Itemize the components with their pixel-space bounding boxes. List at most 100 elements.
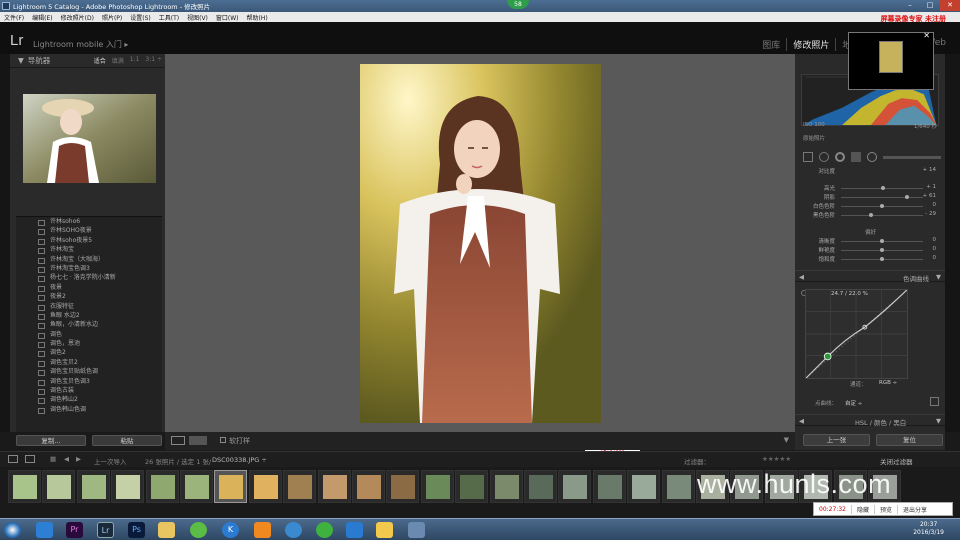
preset-item[interactable]: 调色 [16,330,162,340]
graduated-filter-icon[interactable] [851,152,861,162]
module-tab[interactable]: 图库 [756,38,786,51]
preset-item[interactable]: 调色宝贝2 [16,358,162,368]
minimize-button[interactable]: – [900,0,920,11]
wechat-icon[interactable] [190,522,207,538]
preset-item[interactable]: 许林淘宝 [16,245,162,255]
preset-item[interactable]: 鱼眼，小清新水边 [16,320,162,330]
previous-button[interactable]: 上一张 [803,434,870,446]
slider-value[interactable]: 0 [933,255,937,261]
menu-item[interactable]: 视图(V) [183,13,212,22]
zoom-option[interactable]: 3:1 ÷ [142,56,165,65]
tone-curve-graph[interactable] [805,289,908,379]
recorder-preview-popup[interactable]: ✕ [848,31,934,90]
filmstrip-thumbnail[interactable] [420,470,454,503]
grid-view-icon[interactable] [8,455,18,463]
premiere-icon[interactable]: Pr [66,522,83,538]
menu-item[interactable]: 照片(P) [98,13,126,22]
close-window-button[interactable]: ✕ [940,0,960,11]
xiami-icon[interactable] [254,522,271,538]
filmstrip-thumbnail[interactable] [558,470,592,503]
edit-point-curve-icon[interactable] [930,397,939,406]
slider-knob[interactable] [880,186,885,190]
hsl-tabs[interactable]: HSL / 颜色 / 黑白 [855,417,906,427]
ie-icon[interactable] [36,522,53,538]
channel-select[interactable]: RGB ÷ [879,380,897,386]
soft-proof-checkbox[interactable] [220,437,226,443]
preset-item[interactable]: 调色宝贝色调3 [16,377,162,387]
preset-item[interactable]: 许林淘宝色调3 [16,264,162,274]
slider-track[interactable] [841,215,923,216]
menu-item[interactable]: 窗口(W) [212,13,243,22]
grid-icon[interactable]: ▦ [50,455,56,463]
slider-row[interactable]: 阴影 + 61 [805,193,940,201]
radial-filter-icon[interactable] [867,152,877,162]
preset-item[interactable]: 调色韩山2 [16,395,162,405]
slider-row[interactable]: 黑色色阶 - 29 [805,211,940,219]
photoshop-icon[interactable]: Ps [128,522,145,538]
back-arrow-icon[interactable]: ◀ [64,455,69,463]
recorder-button[interactable]: 预览 [873,504,897,514]
source-label[interactable]: 上一次导入 [94,456,127,466]
red-eye-icon[interactable] [835,152,845,162]
recorder-button[interactable]: 退出分享 [896,504,932,514]
paste-settings-button[interactable]: 粘贴 [92,435,162,446]
preset-item[interactable]: 鱼眼 水边2 [16,311,162,321]
spot-removal-icon[interactable] [819,152,829,162]
slider-value[interactable]: 0 [933,246,937,252]
slider-row[interactable]: 鲜艳度 0 [805,246,940,254]
kugou-icon[interactable]: K [222,522,239,538]
filmstrip-thumbnail[interactable] [386,470,420,503]
filmstrip-thumbnail[interactable] [180,470,213,503]
copy-settings-button[interactable]: 复制... [16,435,86,446]
slider-value[interactable]: + 1 [926,184,936,190]
navigator-preview[interactable] [23,94,156,183]
crop-tool-icon[interactable] [803,152,813,162]
slider-row[interactable]: 白色色阶 0 [805,202,940,210]
filmstrip-thumbnail[interactable] [352,470,385,503]
preset-item[interactable]: 调色韩山色调 [16,405,162,415]
forward-arrow-icon[interactable]: ▶ [76,455,81,463]
filmstrip-thumbnail[interactable] [8,470,41,503]
filmstrip-thumbnail[interactable] [317,470,351,503]
slider-knob[interactable] [904,195,909,199]
right-panel-scrollbar[interactable] [945,54,960,432]
point-curve-select[interactable]: 自定 ÷ [845,399,862,407]
presets-list[interactable]: 许林soho6 许林SOHO夜景 许林soho夜景5 许林淘宝 许林淘宝（大咖海） 许林淘… [16,216,162,432]
preset-item[interactable]: 许林淘宝（大咖海） [16,255,162,264]
preset-item[interactable]: 调色2 [16,348,162,358]
slider-knob[interactable] [880,204,884,208]
lightroom-icon[interactable]: Lr [97,522,114,538]
slider-knob[interactable] [868,213,873,217]
slider-row[interactable]: 饱和度 0 [805,255,940,263]
filmstrip-thumbnail[interactable] [455,470,489,503]
current-filename[interactable]: DSC00338.JPG ÷ [212,456,267,464]
filmstrip-thumbnail[interactable] [524,470,557,503]
preset-item[interactable]: 夜景2 [16,292,162,302]
filmstrip-thumbnail[interactable] [111,470,145,503]
filmstrip-thumbnail[interactable] [214,470,248,503]
slider-knob[interactable] [880,248,884,252]
filmstrip-thumbnail[interactable] [627,470,661,503]
filter-select[interactable]: 关闭过滤器 [880,456,913,466]
maximize-button[interactable]: □ [920,0,940,11]
reset-button[interactable]: 复位 [876,434,943,446]
image-canvas[interactable] [165,54,795,432]
slider-knob[interactable] [880,239,884,243]
filmstrip-thumbnail[interactable] [283,470,317,503]
filmstrip-thumbnail[interactable] [42,470,76,503]
slider-knob[interactable] [880,257,884,261]
zoom-option[interactable]: 1:1 [127,56,143,65]
filmstrip-thumbnail[interactable] [592,470,626,503]
plane-icon[interactable] [346,522,363,538]
menu-item[interactable]: 帮助(H) [243,13,272,22]
recorder-button[interactable]: 隐藏 [850,504,874,514]
chrome-icon[interactable] [376,522,393,538]
main-photo[interactable] [360,64,601,423]
filmstrip-thumbnail[interactable] [76,470,110,503]
slider-value[interactable]: 0 [933,202,937,208]
hsl-header[interactable]: ◀ HSL / 颜色 / 黑白 ▼ [795,414,945,427]
close-icon[interactable]: ✕ [923,31,930,40]
filmstrip-thumbnail[interactable] [489,470,523,503]
menu-item[interactable]: 编辑(E) [28,13,56,22]
network-icon[interactable] [285,522,302,538]
